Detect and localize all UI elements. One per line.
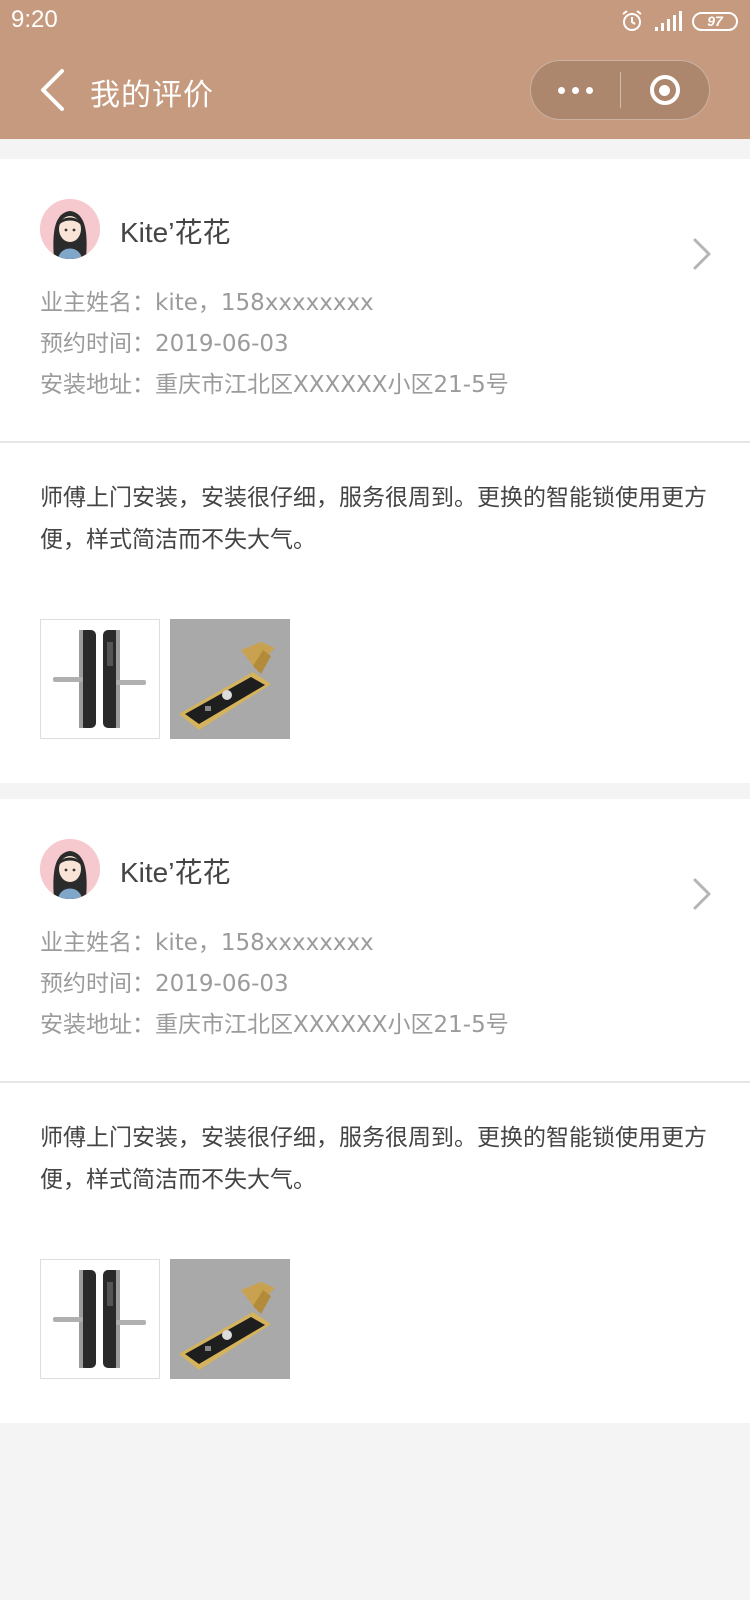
chevron-right-icon bbox=[690, 877, 714, 911]
owner-value: kite，158xxxxxxxx bbox=[155, 930, 374, 956]
photo-lock-gold[interactable] bbox=[170, 1259, 290, 1379]
divider bbox=[0, 1081, 750, 1083]
review-header[interactable]: Kite’花花 业主姓名：kite，158xxxxxxxx 预约时间：2019-… bbox=[0, 159, 750, 441]
appointment-value: 2019-06-03 bbox=[155, 331, 289, 357]
avatar bbox=[40, 839, 100, 899]
close-circle-icon bbox=[649, 75, 680, 105]
owner-label: 业主姓名： bbox=[40, 930, 155, 956]
owner-info: 业主姓名：kite，158xxxxxxxx bbox=[40, 923, 374, 957]
review-card: Kite’花花 业主姓名：kite，158xxxxxxxx 预约时间：2019-… bbox=[0, 159, 750, 783]
address-label: 安装地址： bbox=[40, 372, 155, 398]
owner-info: 业主姓名：kite，158xxxxxxxx bbox=[40, 283, 374, 317]
owner-value: kite，158xxxxxxxx bbox=[155, 290, 374, 316]
divider bbox=[0, 441, 750, 443]
close-button[interactable] bbox=[621, 61, 710, 119]
review-header[interactable]: Kite’花花 业主姓名：kite，158xxxxxxxx 预约时间：2019-… bbox=[0, 799, 750, 1081]
signal-icon bbox=[654, 10, 682, 32]
status-icons: 97 bbox=[620, 8, 738, 34]
address-value: 重庆市江北区XXXXXX小区21-5号 bbox=[155, 372, 509, 398]
appointment-label: 预约时间： bbox=[40, 971, 155, 997]
back-icon[interactable] bbox=[38, 68, 68, 112]
page-title: 我的评价 bbox=[90, 78, 214, 113]
photo-lock-front-back[interactable] bbox=[40, 1259, 160, 1379]
review-card: Kite’花花 业主姓名：kite，158xxxxxxxx 预约时间：2019-… bbox=[0, 799, 750, 1423]
photo-lock-gold[interactable] bbox=[170, 619, 290, 739]
alarm-icon bbox=[620, 9, 644, 33]
appointment-info: 预约时间：2019-06-03 bbox=[40, 964, 289, 998]
review-photos bbox=[40, 619, 290, 739]
appointment-label: 预约时间： bbox=[40, 331, 155, 357]
chevron-right-icon bbox=[690, 237, 714, 271]
photo-lock-front-back[interactable] bbox=[40, 619, 160, 739]
address-info: 安装地址：重庆市江北区XXXXXX小区21-5号 bbox=[40, 1005, 509, 1039]
appointment-value: 2019-06-03 bbox=[155, 971, 289, 997]
avatar bbox=[40, 199, 100, 259]
owner-label: 业主姓名： bbox=[40, 290, 155, 316]
address-label: 安装地址： bbox=[40, 1012, 155, 1038]
status-time: 9:20 bbox=[11, 6, 58, 33]
mini-program-capsule bbox=[530, 60, 710, 120]
battery-icon: 97 bbox=[692, 11, 738, 31]
more-icon bbox=[557, 86, 593, 94]
review-photos bbox=[40, 1259, 290, 1379]
user-name: Kite’花花 bbox=[120, 217, 231, 248]
address-info: 安装地址：重庆市江北区XXXXXX小区21-5号 bbox=[40, 365, 509, 399]
review-comment: 师傅上门安装，安装很仔细，服务很周到。更换的智能锁使用更方便，样式简洁而不失大气… bbox=[40, 1125, 707, 1193]
user-name: Kite’花花 bbox=[120, 857, 231, 888]
more-button[interactable] bbox=[531, 61, 620, 119]
appointment-info: 预约时间：2019-06-03 bbox=[40, 324, 289, 358]
address-value: 重庆市江北区XXXXXX小区21-5号 bbox=[155, 1012, 509, 1038]
nav-header: 9:20 97 我的评价 bbox=[0, 0, 750, 139]
review-comment: 师傅上门安装，安装很仔细，服务很周到。更换的智能锁使用更方便，样式简洁而不失大气… bbox=[40, 485, 707, 553]
